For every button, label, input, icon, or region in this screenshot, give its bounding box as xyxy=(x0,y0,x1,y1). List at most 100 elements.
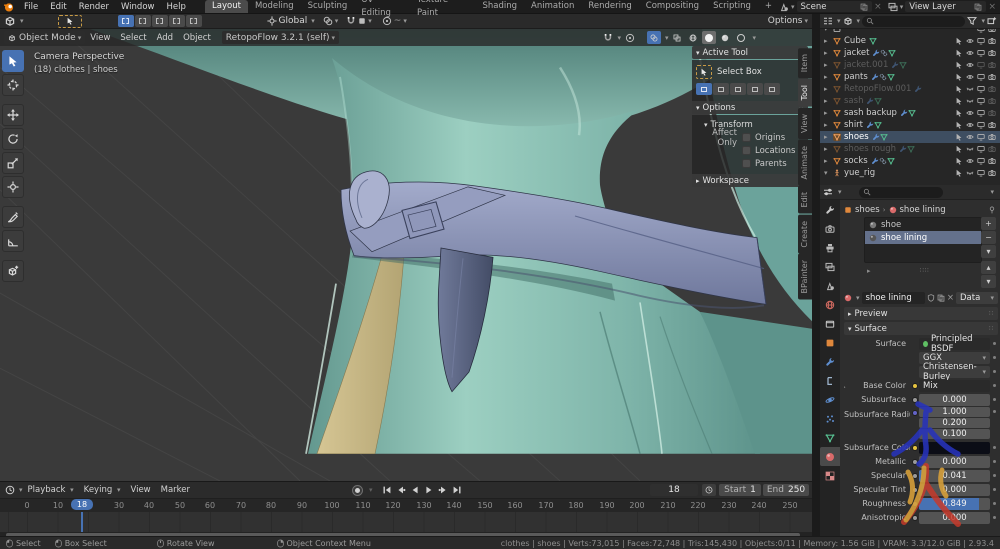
animate-dot[interactable] xyxy=(993,410,996,413)
outliner-row[interactable]: ▸Cube xyxy=(820,35,1000,47)
next-keyframe-button[interactable] xyxy=(436,484,449,496)
tab-view-layer[interactable] xyxy=(820,257,840,276)
scene-unlink-icon[interactable]: × xyxy=(874,2,882,12)
animate-dot[interactable] xyxy=(993,342,996,345)
roughness-slider[interactable]: 0.849 xyxy=(919,498,990,510)
view-layer-chevron[interactable]: ▾ xyxy=(900,3,904,11)
retopoflow-menu[interactable]: RetopoFlow 3.2.1 (self) ▾ xyxy=(222,31,339,44)
gizmo-chevron[interactable]: ▾ xyxy=(665,34,669,42)
outliner-row[interactable]: ▸pants xyxy=(820,71,1000,83)
hide-icon[interactable] xyxy=(966,145,974,153)
sidebar-tab-animate[interactable]: Animate xyxy=(798,140,812,186)
outliner-row[interactable]: ▸shirt xyxy=(820,119,1000,131)
timeline-editor-icon[interactable] xyxy=(5,485,15,495)
render-disable-icon[interactable] xyxy=(988,49,996,57)
tool-measure[interactable] xyxy=(2,230,24,252)
viewport-disable-icon[interactable] xyxy=(977,97,985,105)
move-slot-up-button[interactable]: ▴ xyxy=(981,261,996,274)
prev-keyframe-button[interactable] xyxy=(394,484,407,496)
scene-new-icon[interactable] xyxy=(860,3,868,11)
hide-icon[interactable] xyxy=(966,157,974,165)
data-source-dropdown[interactable]: Data ▾ xyxy=(956,292,998,304)
tab-constraints[interactable] xyxy=(820,409,840,428)
display-mode-chevron[interactable]: ▾ xyxy=(837,17,841,25)
preview-panel-header[interactable]: ▸ Preview ∷ xyxy=(844,307,998,320)
shading-rendered-button[interactable] xyxy=(734,31,748,44)
hide-icon[interactable] xyxy=(966,97,974,105)
selectable-icon[interactable] xyxy=(955,109,963,117)
tab-texture[interactable] xyxy=(820,466,840,485)
select-mode-extend[interactable] xyxy=(135,15,151,27)
specular-slider[interactable]: 0.041 xyxy=(919,470,990,482)
unlink-material-icon[interactable]: × xyxy=(947,293,954,303)
subsurface-slider[interactable]: 0.000 xyxy=(919,394,990,406)
expand-icon[interactable]: ▸ xyxy=(824,109,833,117)
tab-physics[interactable] xyxy=(820,390,840,409)
filter-funnel-icon[interactable] xyxy=(967,16,977,26)
preview-range-clock-button[interactable] xyxy=(702,484,716,496)
viewport-disable-icon[interactable] xyxy=(977,121,985,129)
outliner-row[interactable]: ▾yue_rig xyxy=(820,167,1000,179)
select-mode-intersect[interactable] xyxy=(186,15,202,27)
select-box-tool-icon[interactable] xyxy=(696,65,712,79)
browse-material-icon[interactable] xyxy=(844,294,852,302)
base-color-button[interactable]: Mix xyxy=(919,380,990,392)
subsurface-color-swatch[interactable] xyxy=(919,442,990,454)
scene-browse-chevron[interactable]: ▾ xyxy=(791,3,795,11)
list-expand-icon[interactable]: ▸ xyxy=(867,267,871,275)
shading-wireframe-button[interactable] xyxy=(686,31,700,44)
breadcrumb-material[interactable]: shoe lining xyxy=(900,205,946,215)
selectable-icon[interactable] xyxy=(955,121,963,129)
outliner-row-selected[interactable]: ▸shoes xyxy=(820,131,1000,143)
viewport-disable-icon[interactable] xyxy=(977,133,985,141)
play-reverse-button[interactable] xyxy=(408,484,421,496)
auto-key-chevron[interactable]: ▾ xyxy=(369,486,373,494)
menu-file[interactable]: File xyxy=(18,0,44,14)
expand-icon[interactable]: ▸ xyxy=(824,145,833,153)
tool-annotate[interactable] xyxy=(2,206,24,228)
expand-icon[interactable]: ▸ xyxy=(824,157,833,165)
tool-select-box[interactable] xyxy=(2,50,24,72)
render-disable-icon[interactable] xyxy=(988,85,996,93)
locations-checkbox[interactable] xyxy=(742,146,751,155)
select-mode-invert[interactable] xyxy=(169,15,185,27)
viewport-disable-icon[interactable] xyxy=(977,49,985,57)
auto-key-record-button[interactable] xyxy=(352,485,363,496)
editor-type-icon[interactable] xyxy=(4,15,16,27)
expand-icon[interactable]: ▸ xyxy=(824,73,833,81)
selectable-icon[interactable] xyxy=(955,73,963,81)
view-layer-new-icon[interactable] xyxy=(974,3,982,11)
outliner-row[interactable]: ▸sash xyxy=(820,95,1000,107)
scene-icon[interactable] xyxy=(779,2,789,12)
selectable-icon[interactable] xyxy=(955,157,963,165)
filter-chevron[interactable]: ▾ xyxy=(981,17,985,25)
options-button[interactable]: Options ▾ xyxy=(768,16,808,26)
render-disable-icon[interactable] xyxy=(988,109,996,117)
hide-icon[interactable] xyxy=(966,37,974,45)
current-frame-field[interactable]: 18 xyxy=(650,484,698,496)
object-name[interactable]: jacket.001 xyxy=(844,60,888,70)
copy-material-icon[interactable] xyxy=(937,294,945,302)
expand-icon[interactable]: ▸ xyxy=(824,121,833,129)
filter-id-chevron[interactable]: ▾ xyxy=(857,17,861,25)
workspace-tab-modeling[interactable]: Modeling xyxy=(248,0,301,13)
object-name[interactable]: sash xyxy=(844,96,863,106)
panel-select-mode-set[interactable] xyxy=(696,83,712,95)
material-slot[interactable]: shoe xyxy=(865,218,981,231)
tool-scale[interactable] xyxy=(2,152,24,174)
viewport-menu-view[interactable]: View xyxy=(85,33,115,43)
radius-x-slider[interactable]: 1.000 xyxy=(919,407,990,417)
timeline-ruler[interactable]: 0 10 20 30 40 50 60 70 80 90 100 110 120… xyxy=(0,498,812,512)
outliner-row[interactable]: ▸jacket xyxy=(820,47,1000,59)
viewport-disable-icon[interactable] xyxy=(977,109,985,117)
panel-select-mode-intersect[interactable] xyxy=(764,83,780,95)
keying-menu[interactable]: Keying ▾ xyxy=(79,485,126,495)
options-panel-header[interactable]: ▾ Options ∷ xyxy=(692,101,808,114)
specular-tint-slider[interactable]: 0.000 xyxy=(919,484,990,496)
end-frame-field[interactable]: End 250 xyxy=(763,484,809,496)
object-name[interactable]: shoes rough xyxy=(844,144,896,154)
workspace-panel-header[interactable]: ▸ Workspace ∷ xyxy=(692,174,808,187)
hide-icon[interactable] xyxy=(966,133,974,141)
orientation-chevron[interactable]: ▾ xyxy=(311,17,315,25)
expand-icon[interactable]: ▸ xyxy=(824,133,833,141)
